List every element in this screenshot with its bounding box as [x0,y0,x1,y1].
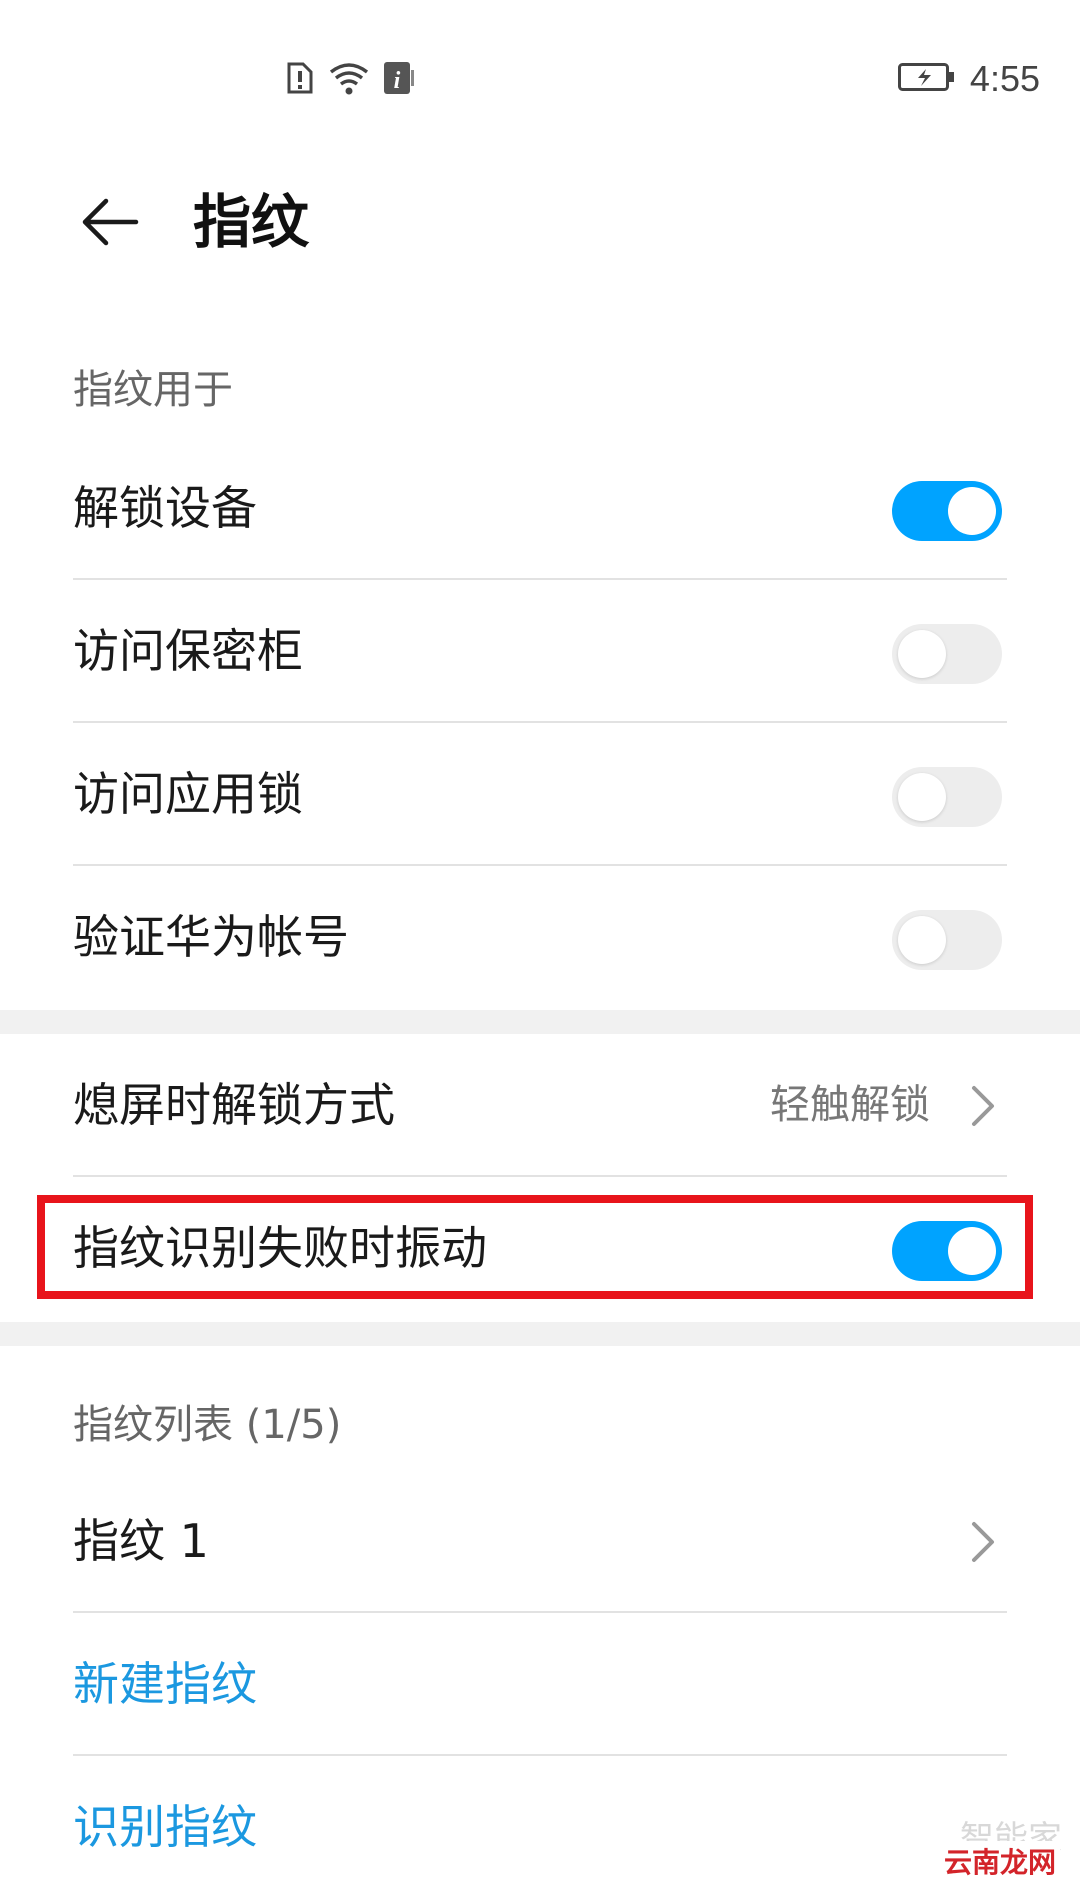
section-header-usage: 指纹用于 [73,367,233,413]
row-screen-off-unlock[interactable]: 熄屏时解锁方式 轻触解锁 [0,1034,1080,1177]
toggle-knob [898,773,946,821]
new-fingerprint-label: 新建指纹 [73,1657,257,1711]
wifi-icon [327,60,371,100]
chevron-right-icon [972,1086,994,1126]
chevron-right-icon [972,1522,994,1562]
toggle-knob [898,916,946,964]
back-button[interactable] [70,182,150,262]
row-unlock-device[interactable]: 解锁设备 [0,437,1080,580]
toggle-knob [948,487,996,535]
row-safe-access[interactable]: 访问保密柜 [0,580,1080,723]
new-fingerprint-button[interactable]: 新建指纹 [0,1613,1080,1756]
identify-fingerprint-button[interactable]: 识别指纹 [0,1756,1080,1899]
watermark: 智能家 云南龙网 [940,1819,1070,1881]
toggle-knob [898,630,946,678]
section-gap [0,1010,1080,1034]
section-header-fingerprint-list: 指纹列表 (1/5) [73,1402,342,1448]
screen-off-unlock-value: 轻触解锁 [770,1082,930,1128]
row-label: 解锁设备 [73,481,257,535]
status-time: 4:55 [969,58,1040,99]
section-gap [0,1322,1080,1346]
row-app-lock[interactable]: 访问应用锁 [0,723,1080,866]
battery-charging-icon [897,62,956,96]
status-icons: i [285,60,415,100]
unlock-device-toggle[interactable] [892,481,1002,541]
row-label: 指纹 1 [73,1514,209,1568]
row-label: 访问保密柜 [73,624,303,678]
identify-fingerprint-label: 识别指纹 [73,1800,257,1854]
row-label: 验证华为帐号 [73,910,349,964]
svg-text:i: i [394,68,401,94]
app-lock-toggle[interactable] [892,767,1002,827]
arrow-left-icon [82,198,139,246]
status-right: 4:55 [897,58,1040,100]
row-label: 熄屏时解锁方式 [73,1078,395,1132]
row-fingerprint-1[interactable]: 指纹 1 [0,1470,1080,1613]
info-icon: i [383,60,415,100]
title-bar: 指纹 [0,160,1080,280]
sim-alert-icon [285,60,315,100]
highlight-annotation [37,1195,1033,1299]
watermark-text-bottom: 云南龙网 [940,1841,1060,1881]
safe-access-toggle[interactable] [892,624,1002,684]
row-label: 访问应用锁 [73,767,303,821]
row-huawei-account[interactable]: 验证华为帐号 [0,866,1080,1009]
status-bar: i 4:55 [0,0,1080,160]
huawei-account-toggle[interactable] [892,910,1002,970]
page-title: 指纹 [193,188,310,256]
